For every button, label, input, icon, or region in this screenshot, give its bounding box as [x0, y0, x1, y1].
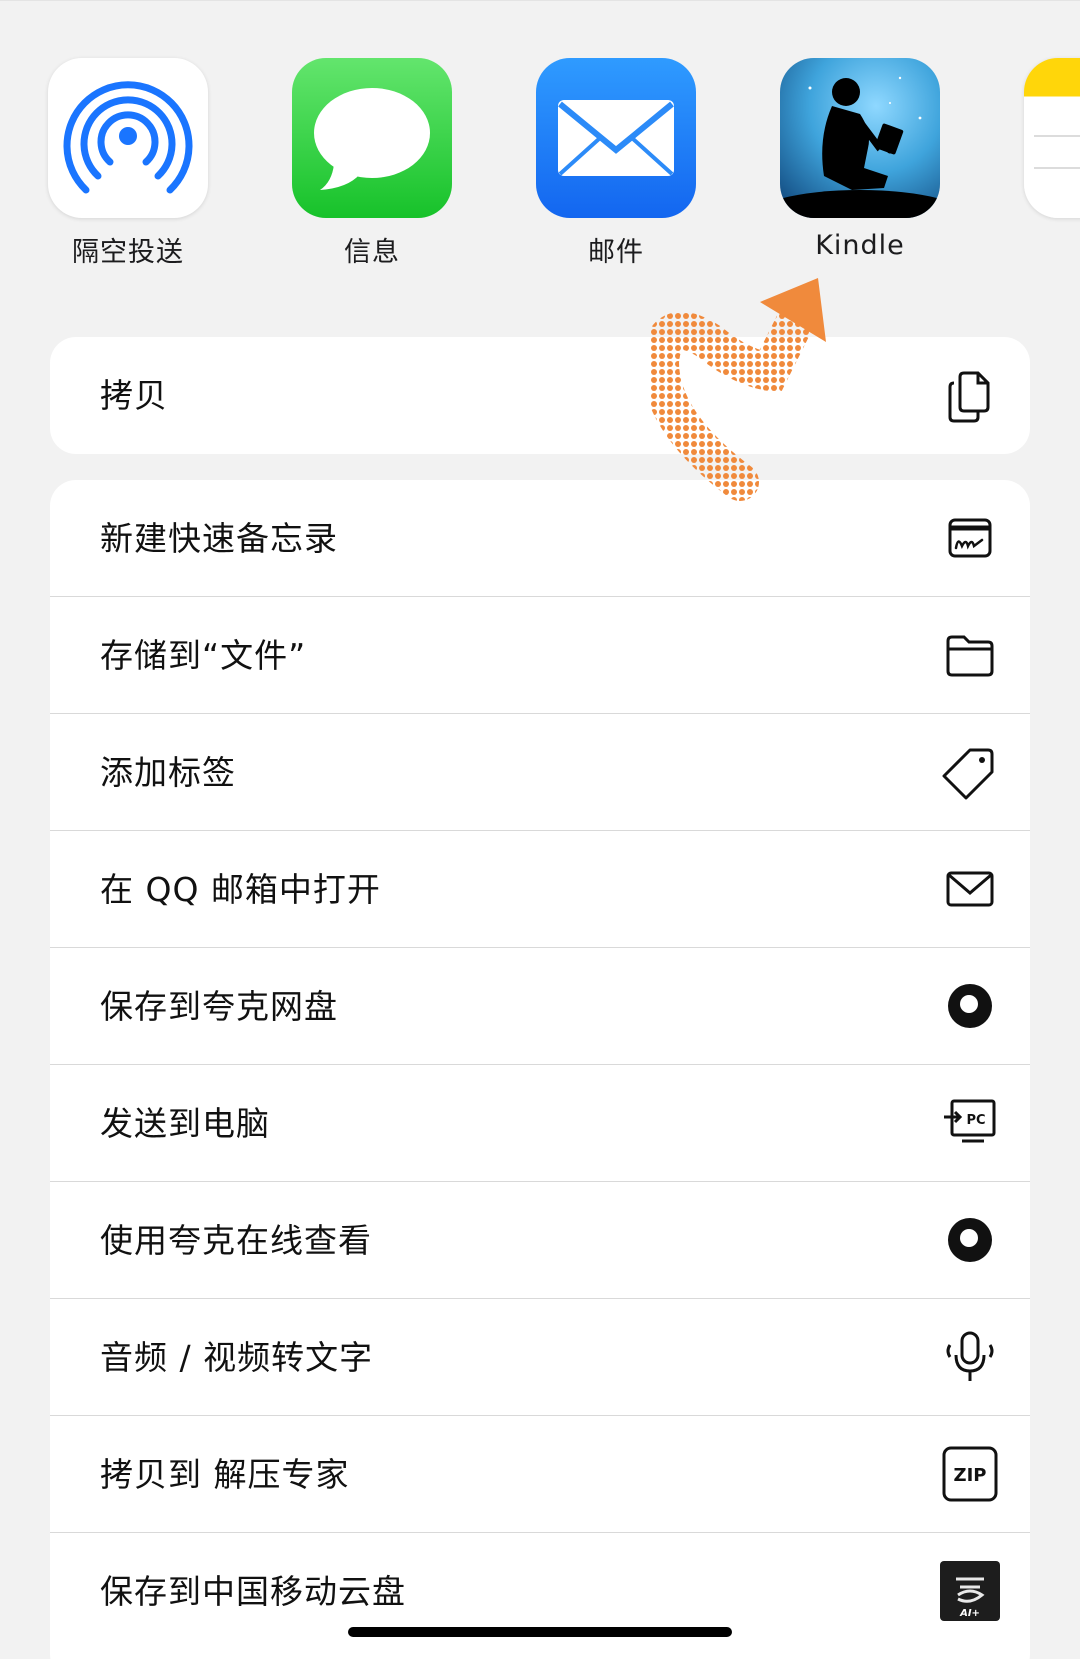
action-label: 新建快速备忘录 [100, 519, 338, 558]
share-app-airdrop[interactable]: 隔空投送 [6, 58, 250, 278]
microphone-icon [940, 1327, 1000, 1387]
share-app-mail[interactable]: 邮件 [494, 58, 738, 278]
action-label: 在 QQ 邮箱中打开 [100, 870, 381, 909]
sheet-top-edge [0, 0, 1080, 5]
messages-icon[interactable] [292, 58, 452, 218]
action-label: 拷贝到 解压专家 [100, 1455, 350, 1494]
share-app-label: Kindle [815, 230, 905, 261]
action-row-copy[interactable]: 拷贝 [50, 337, 1030, 454]
action-label: 添加标签 [100, 753, 236, 792]
action-row-quick-note[interactable]: 新建快速备忘录 [50, 480, 1030, 597]
mail-icon[interactable] [536, 58, 696, 218]
share-app-messages[interactable]: 信息 [250, 58, 494, 278]
copy-card: 拷贝 [50, 337, 1030, 454]
action-label: 音频 / 视频转文字 [100, 1338, 374, 1377]
send-to-pc-icon: PC [940, 1093, 1000, 1153]
action-label: 保存到夸克网盘 [100, 987, 338, 1026]
share-app-label: 邮件 [588, 237, 644, 268]
share-app-label: 备 [982, 230, 1080, 269]
action-row-send-to-pc[interactable]: 发送到电脑 PC [50, 1065, 1030, 1182]
quick-note-icon [940, 508, 1000, 568]
action-label: 拷贝 [100, 376, 168, 415]
quark-icon [940, 1210, 1000, 1270]
actions-card: 新建快速备忘录 存储到“文件” 添加标签 在 QQ 邮箱中打开 保存到夸克网盘 … [50, 480, 1030, 1659]
action-row-save-to-files[interactable]: 存储到“文件” [50, 597, 1030, 714]
action-row-add-tag[interactable]: 添加标签 [50, 714, 1030, 831]
action-row-copy-to-unzip[interactable]: 拷贝到 解压专家 ZIP [50, 1416, 1030, 1533]
folder-icon [940, 625, 1000, 685]
envelope-icon [940, 859, 1000, 919]
airdrop-icon[interactable] [48, 58, 208, 218]
action-label: 发送到电脑 [100, 1104, 270, 1143]
action-row-view-with-quark[interactable]: 使用夸克在线查看 [50, 1182, 1030, 1299]
action-label: 使用夸克在线查看 [100, 1221, 372, 1260]
share-app-notes[interactable]: 备 [982, 58, 1080, 278]
kindle-icon[interactable] [780, 58, 940, 218]
tag-icon [940, 742, 1000, 802]
notes-icon[interactable] [1024, 58, 1080, 218]
action-row-save-to-quark[interactable]: 保存到夸克网盘 [50, 948, 1030, 1065]
action-label: 存储到“文件” [100, 636, 307, 675]
share-sheet: 隔空投送 信息 邮件 Kindle 拷贝 新建快速备忘录 存储到“文件” 添加标… [0, 0, 1080, 1659]
zip-text: ZIP [954, 1465, 987, 1486]
action-row-open-in-qq-mail[interactable]: 在 QQ 邮箱中打开 [50, 831, 1030, 948]
cloud-drive-icon: AI+ [940, 1561, 1000, 1621]
zip-icon: ZIP [940, 1444, 1000, 1504]
copy-icon [940, 365, 1000, 425]
quark-icon [940, 976, 1000, 1036]
share-app-kindle[interactable]: Kindle [738, 58, 982, 278]
share-app-row[interactable]: 隔空投送 信息 邮件 Kindle [0, 58, 1080, 288]
share-app-label: 隔空投送 [72, 237, 184, 268]
pc-text: PC [966, 1113, 985, 1128]
action-row-audio-video-to-text[interactable]: 音频 / 视频转文字 [50, 1299, 1030, 1416]
ai-text: AI+ [959, 1608, 980, 1619]
share-app-label: 信息 [344, 237, 400, 268]
home-indicator[interactable] [348, 1627, 732, 1637]
